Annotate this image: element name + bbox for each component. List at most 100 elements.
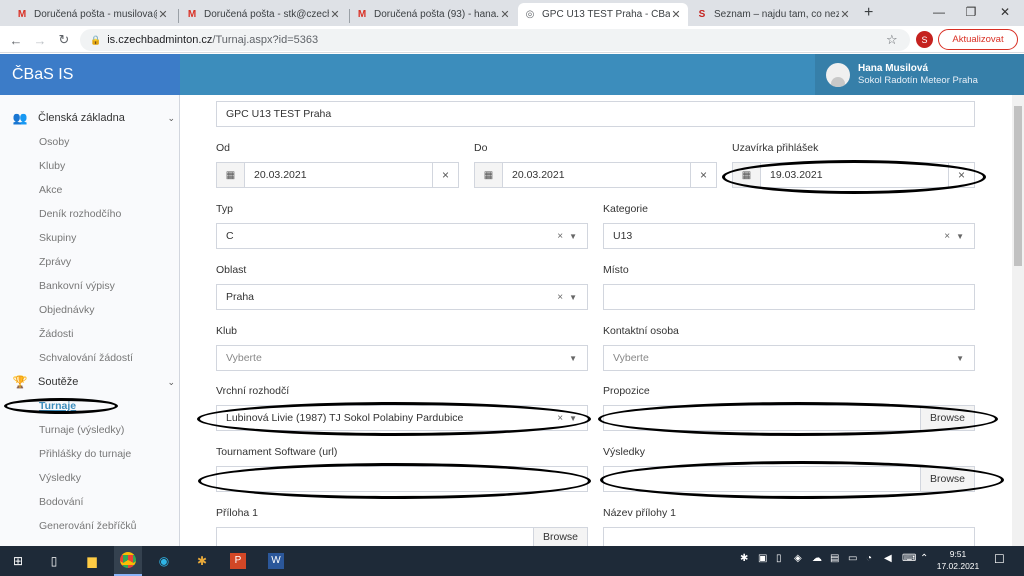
dropdown-arrow-icon[interactable]: ▼ <box>569 293 577 302</box>
calendar-icon[interactable]: ▦ <box>217 163 245 187</box>
powerpoint-icon[interactable]: P <box>224 546 252 576</box>
bookmark-star-icon[interactable]: ☆ <box>886 32 898 48</box>
typ-select[interactable]: C × ▼ <box>216 223 588 249</box>
wifi-icon[interactable]: ◔ <box>866 553 872 564</box>
network-icon[interactable]: ▤ <box>830 553 839 564</box>
sidebar-item-objednavky[interactable]: Objednávky <box>39 302 94 318</box>
clear-date-icon[interactable]: × <box>432 163 458 187</box>
nazev-prilohy-input[interactable] <box>603 527 975 546</box>
minimize-button[interactable]: — <box>924 0 954 24</box>
task-view-icon[interactable]: ▯ <box>40 546 68 576</box>
sidebar-item-bankovni-vypisy[interactable]: Bankovní výpisy <box>39 278 115 294</box>
klub-select[interactable]: Vyberte ▼ <box>216 345 588 371</box>
tournament-name-input[interactable]: GPC U13 TEST Praha <box>216 101 975 127</box>
priloha-file-input[interactable]: Browse <box>216 527 588 546</box>
chevron-up-icon[interactable]: ⌃ <box>920 553 928 564</box>
dropdown-arrow-icon[interactable]: ▼ <box>569 414 577 423</box>
clear-selection-icon[interactable]: × <box>557 231 563 242</box>
sidebar-section-souteze[interactable]: 🏆 Soutěže ⌄ <box>10 372 175 392</box>
new-tab-button[interactable]: + <box>864 4 873 22</box>
close-tab-icon[interactable]: ✕ <box>157 8 169 21</box>
word-icon[interactable]: W <box>262 546 290 576</box>
sidebar-item-denik-rozhodciho[interactable]: Deník rozhodčího <box>39 206 121 222</box>
slack-tray-icon[interactable]: ✱ <box>740 553 748 564</box>
clear-selection-icon[interactable]: × <box>944 231 950 242</box>
clear-selection-icon[interactable]: × <box>557 292 563 303</box>
misto-input[interactable] <box>603 284 975 310</box>
user-menu[interactable]: Hana Musilová Sokol Radotín Meteor Praha <box>815 54 1024 95</box>
shield-icon[interactable]: ◈ <box>794 553 802 564</box>
chrome-icon[interactable] <box>114 546 142 576</box>
sidebar-item-vysledky[interactable]: Výsledky <box>39 470 81 486</box>
close-tab-icon[interactable]: ✕ <box>839 8 851 21</box>
uzavirka-date-field[interactable]: ▦ 19.03.2021 × <box>732 162 975 188</box>
od-date-field[interactable]: ▦ 20.03.2021 × <box>216 162 459 188</box>
browse-button[interactable]: Browse <box>920 406 974 430</box>
sidebar-item-osoby[interactable]: Osoby <box>39 134 69 150</box>
do-date-field[interactable]: ▦ 20.03.2021 × <box>474 162 717 188</box>
browse-button[interactable]: Browse <box>920 467 974 491</box>
volume-icon[interactable]: ◀ <box>884 553 892 564</box>
browse-button[interactable]: Browse <box>533 528 587 546</box>
cloud-icon[interactable]: ☁ <box>812 553 822 564</box>
browser-tab[interactable]: M Doručená pošta - musilova@c ✕ <box>10 3 175 26</box>
sidebar-section-clenska-zakladna[interactable]: 👥 Členská základna ⌄ <box>10 108 175 128</box>
sidebar-item-bodovani[interactable]: Bodování <box>39 494 83 510</box>
clear-selection-icon[interactable]: × <box>557 413 563 424</box>
calendar-icon[interactable]: ▦ <box>475 163 503 187</box>
browser-tab[interactable]: M Doručená pošta (93) - hana.m ✕ <box>350 3 517 26</box>
tournament-software-label: Tournament Software (url) <box>216 446 338 458</box>
sidebar-item-akce[interactable]: Akce <box>39 182 62 198</box>
dropdown-arrow-icon[interactable]: ▼ <box>569 232 577 241</box>
sidebar-item-skupiny[interactable]: Skupiny <box>39 230 76 246</box>
sidebar-item-zadosti[interactable]: Žádosti <box>39 326 73 342</box>
kontaktni-osoba-select[interactable]: Vyberte ▼ <box>603 345 975 371</box>
close-window-button[interactable]: ✕ <box>990 0 1020 24</box>
oblast-select[interactable]: Praha × ▼ <box>216 284 588 310</box>
kategorie-select[interactable]: U13 × ▼ <box>603 223 975 249</box>
clear-date-icon[interactable]: × <box>948 163 974 187</box>
address-bar[interactable]: 🔒 is.czechbadminton.cz/Turnaj.aspx?id=53… <box>80 29 910 51</box>
taskbar-clock[interactable]: 9:51 17.02.2021 <box>935 548 981 572</box>
back-arrow-icon[interactable]: ← <box>6 30 26 50</box>
update-button[interactable]: Aktualizovat <box>938 29 1018 50</box>
dropdown-arrow-icon[interactable]: ▼ <box>956 354 964 363</box>
battery-icon[interactable]: ▯ <box>776 553 782 564</box>
slack-icon[interactable]: ✱ <box>188 546 216 576</box>
notifications-icon[interactable]: ☐ <box>994 552 1005 566</box>
scrollbar-thumb[interactable] <box>1014 106 1022 266</box>
maximize-button[interactable]: ❐ <box>956 0 986 24</box>
browser-tab[interactable]: M Doručená pošta - stk@czechb ✕ <box>180 3 347 26</box>
app-tray-icon[interactable]: ▣ <box>758 553 767 564</box>
profile-avatar[interactable]: S <box>916 31 933 48</box>
sidebar-item-turnaje-vysledky[interactable]: Turnaje (výsledky) <box>39 422 124 438</box>
edge-icon[interactable]: ◉ <box>150 546 178 576</box>
close-tab-icon[interactable]: ✕ <box>670 8 682 21</box>
close-tab-icon[interactable]: ✕ <box>499 8 511 21</box>
sidebar-item-prihlasky-do-turnaje[interactable]: Přihlášky do turnaje <box>39 446 131 462</box>
browser-tab[interactable]: S Seznam – najdu tam, co nezná ✕ <box>690 3 857 26</box>
reload-icon[interactable]: ↻ <box>54 30 74 50</box>
sidebar-item-kluby[interactable]: Kluby <box>39 158 65 174</box>
forward-arrow-icon[interactable]: → <box>30 30 50 50</box>
vrchni-rozhodci-select[interactable]: Lubinová Livie (1987) TJ Sokol Polabiny … <box>216 405 588 431</box>
windows-icon[interactable]: ⊞ <box>4 546 32 576</box>
monitor-icon[interactable]: ▭ <box>848 553 857 564</box>
dropdown-arrow-icon[interactable]: ▼ <box>956 232 964 241</box>
dropdown-arrow-icon[interactable]: ▼ <box>569 354 577 363</box>
app-brand[interactable]: ČBaS IS <box>0 54 180 95</box>
vysledky-file-input[interactable]: Browse <box>603 466 975 492</box>
sidebar-item-turnaje[interactable]: Turnaje <box>39 398 76 414</box>
browser-tab-active[interactable]: ◎ GPC U13 TEST Praha - ČBaS IS ✕ <box>518 3 688 26</box>
tournament-software-input[interactable] <box>216 466 588 492</box>
klub-label: Klub <box>216 325 238 337</box>
sidebar-item-generovani-zebricku[interactable]: Generování žebříčků <box>39 518 136 534</box>
sidebar-item-schvalovani-zadosti[interactable]: Schvalování žádostí <box>39 350 133 366</box>
close-tab-icon[interactable]: ✕ <box>329 8 341 21</box>
file-explorer-icon[interactable]: ▆ <box>78 546 106 576</box>
propozice-file-input[interactable]: Browse <box>603 405 975 431</box>
clear-date-icon[interactable]: × <box>690 163 716 187</box>
calendar-icon[interactable]: ▦ <box>733 163 761 187</box>
sidebar-item-zpravy[interactable]: Zprávy <box>39 254 71 270</box>
keyboard-icon[interactable]: ⌨ <box>902 553 916 564</box>
